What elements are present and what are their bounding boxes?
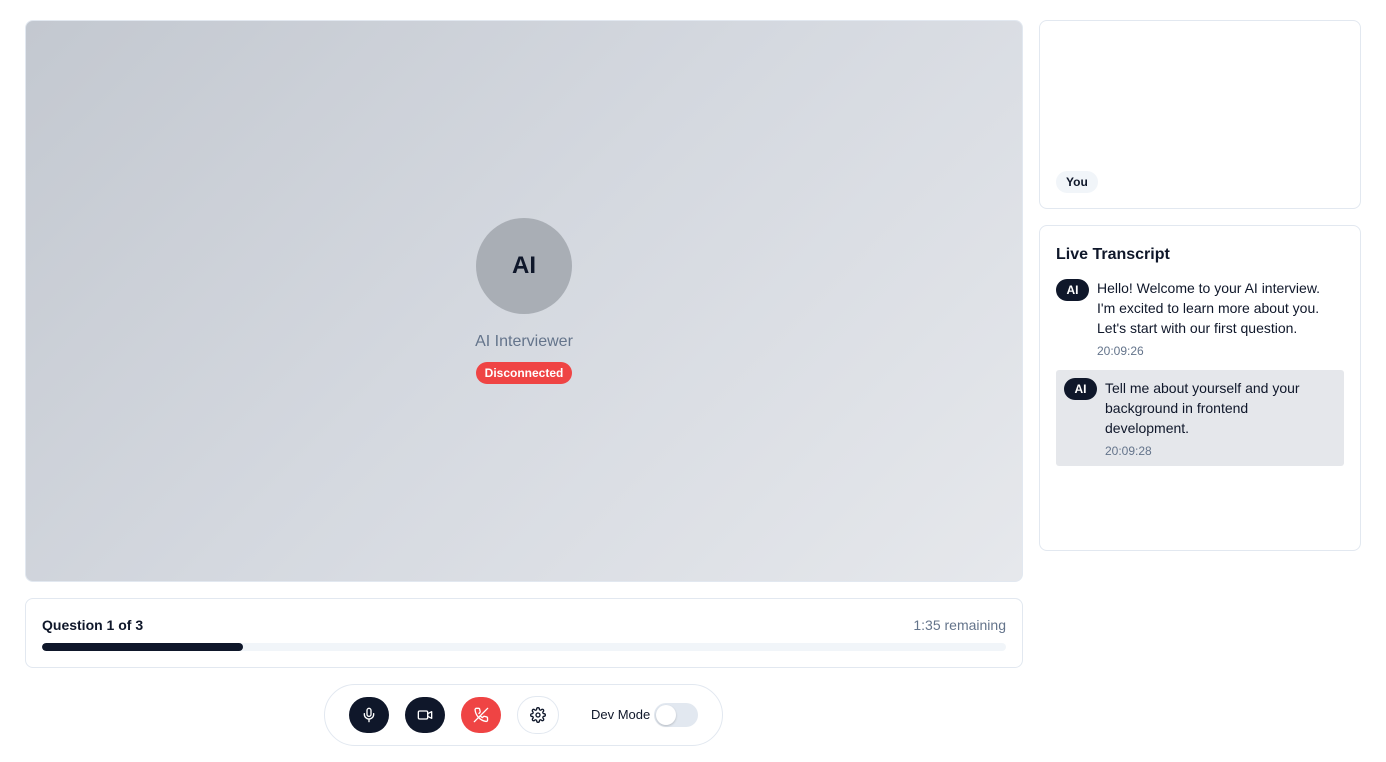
ai-video-panel: AI AI Interviewer Disconnected — [25, 20, 1023, 582]
question-counter: Question 1 of 3 — [42, 617, 144, 633]
transcript-title: Live Transcript — [1056, 246, 1170, 263]
self-view-label: You — [1056, 171, 1098, 193]
message-text: Tell me about yourself and your backgrou… — [1105, 380, 1300, 436]
ai-avatar: AI — [476, 218, 572, 314]
ai-avatar-text: AI — [512, 252, 536, 279]
gear-icon — [530, 707, 546, 723]
end-call-button[interactable] — [461, 697, 501, 733]
dev-mode-label: Dev Mode — [591, 707, 651, 722]
transcript-message-current: AI Tell me about yourself and your backg… — [1056, 370, 1344, 466]
connection-status-badge: Disconnected — [476, 362, 572, 384]
question-progress-card: Question 1 of 3 1:35 remaining — [25, 598, 1023, 668]
progress-bar — [42, 643, 1006, 651]
self-video-panel: You — [1039, 20, 1361, 209]
video-camera-icon — [417, 710, 433, 720]
toggle-knob — [656, 705, 676, 725]
settings-button[interactable] — [517, 696, 559, 734]
speaker-badge: AI — [1056, 279, 1089, 301]
dev-mode-toggle[interactable] — [654, 703, 698, 727]
progress-bar-fill — [42, 643, 243, 651]
microphone-button[interactable] — [349, 697, 389, 733]
time-remaining: 1:35 remaining — [913, 617, 1006, 633]
message-timestamp: 20:09:28 — [1105, 444, 1152, 458]
phone-off-icon — [473, 707, 489, 723]
speaker-badge: AI — [1064, 378, 1097, 400]
live-transcript-panel: Live Transcript AI Hello! Welcome to you… — [1039, 225, 1361, 551]
message-text: Hello! Welcome to your AI interview. I'm… — [1097, 280, 1321, 336]
call-controls-bar: Dev Mode — [324, 684, 723, 746]
ai-interviewer-name: AI Interviewer — [475, 333, 573, 350]
camera-button[interactable] — [405, 697, 445, 733]
message-timestamp: 20:09:26 — [1097, 344, 1144, 358]
mic-icon — [363, 707, 375, 723]
